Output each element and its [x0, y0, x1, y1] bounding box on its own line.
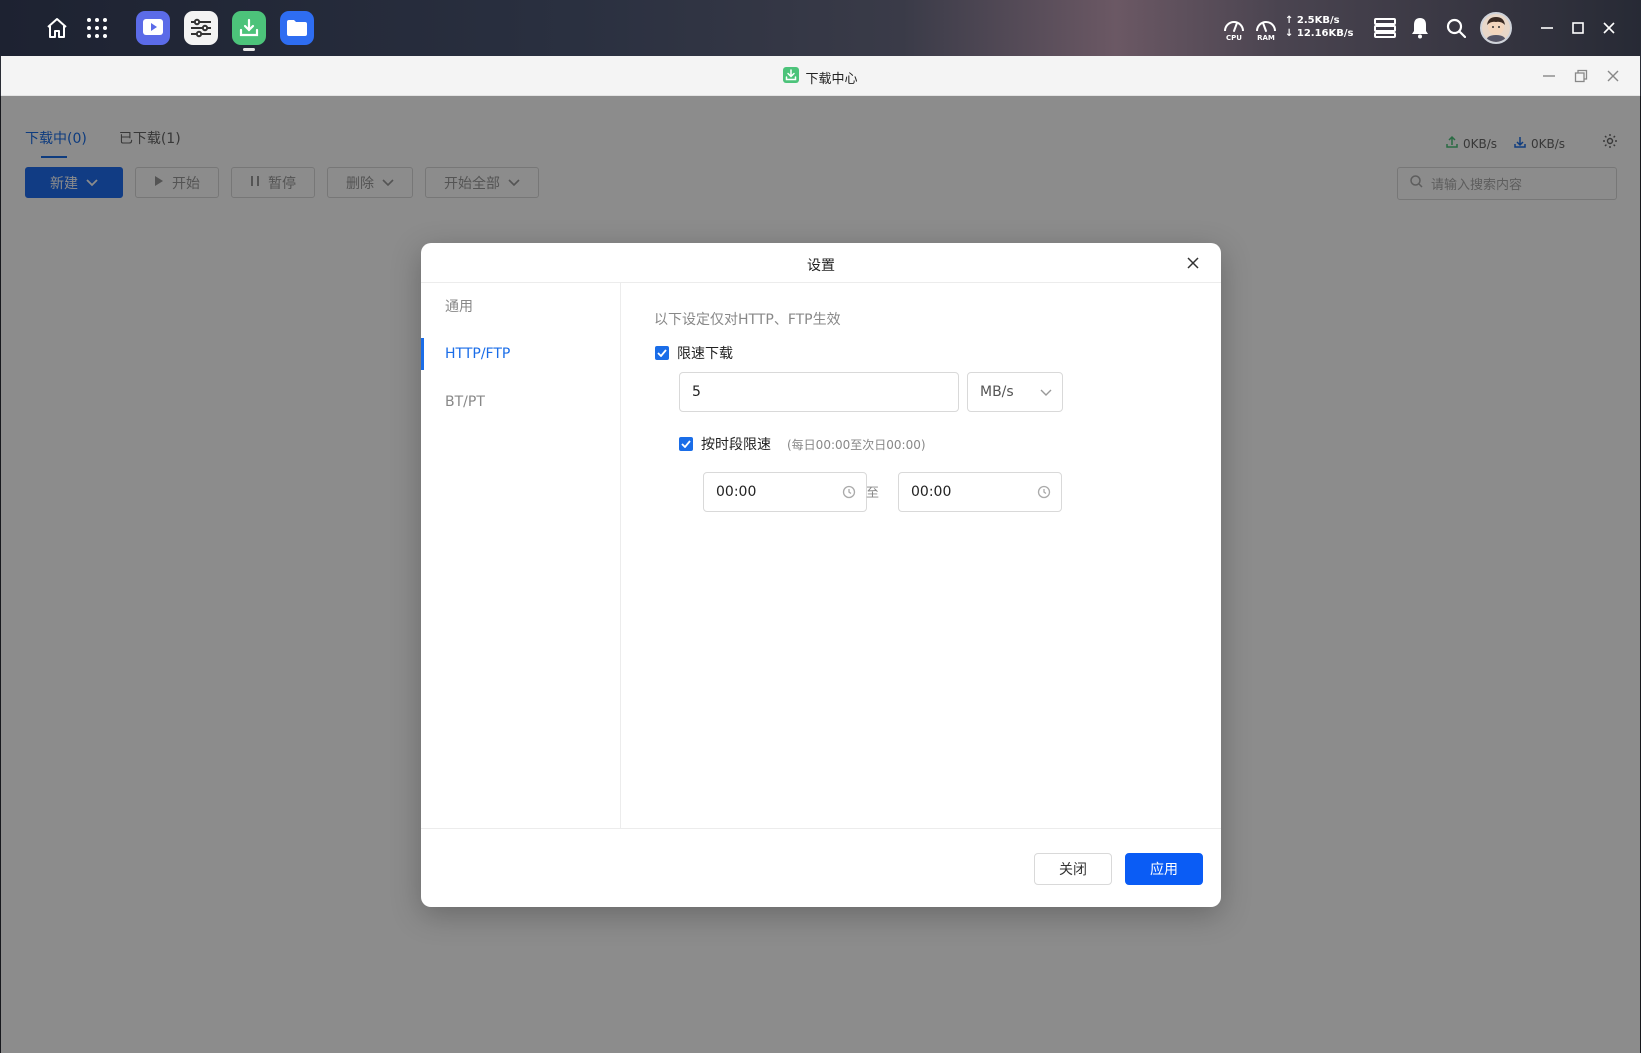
time-range-separator: 至: [866, 486, 880, 501]
maximize-icon[interactable]: [1564, 14, 1592, 42]
schedule-limit-row: 按时段限速 (每日00:00至次日00:00): [679, 434, 926, 454]
network-speed[interactable]: ↑ 2.5KB/s ↓ 12.16KB/s: [1285, 14, 1353, 40]
limit-download-label: 限速下载: [677, 346, 733, 362]
app-grid-icon[interactable]: [80, 11, 114, 45]
window-close-icon[interactable]: [1601, 64, 1625, 88]
sidebar-item-general[interactable]: 通用: [421, 290, 620, 322]
window-titlebar: 下载中心: [1, 56, 1640, 96]
close-button[interactable]: 关闭: [1034, 853, 1112, 885]
start-time-input[interactable]: 00:00: [703, 472, 867, 512]
system-taskbar: CPU RAM ↑ 2.5KB/s ↓ 12.16KB/s: [0, 0, 1641, 56]
settings-dialog: 设置 通用 HTTP/FTP BT/PT 以下设定仅对HTTP、FTP生效 限速…: [421, 243, 1221, 907]
dialog-close-icon[interactable]: [1183, 253, 1203, 273]
end-time-value: 00:00: [911, 484, 952, 500]
download-speed: ↓ 12.16KB/s: [1285, 28, 1354, 39]
dialog-header: 设置: [421, 243, 1221, 283]
limit-download-row: 限速下载: [655, 343, 733, 363]
search-icon[interactable]: [1439, 11, 1473, 45]
sidebar-item-bt-pt[interactable]: BT/PT: [421, 386, 620, 418]
video-app-icon[interactable]: [136, 11, 170, 45]
limit-download-checkbox[interactable]: [655, 346, 669, 360]
clock-icon: [1037, 485, 1051, 503]
clock-icon: [842, 485, 856, 503]
settings-note: 以下设定仅对HTTP、FTP生效: [654, 312, 841, 328]
download-app-icon[interactable]: [232, 11, 266, 45]
settings-content: 以下设定仅对HTTP、FTP生效 限速下载 5 MB/s 按时段限速 (每日00…: [622, 283, 1221, 828]
cpu-label: CPU: [1226, 34, 1242, 42]
ram-gauge-icon[interactable]: RAM: [1252, 15, 1280, 45]
chevron-down-icon: [1040, 385, 1052, 401]
speed-limit-input[interactable]: 5: [679, 372, 959, 412]
bell-icon[interactable]: [1403, 11, 1437, 45]
start-time-value: 00:00: [716, 484, 757, 500]
ram-label: RAM: [1257, 34, 1275, 42]
apply-button[interactable]: 应用: [1125, 853, 1203, 885]
home-icon[interactable]: [40, 11, 74, 45]
end-time-input[interactable]: 00:00: [898, 472, 1062, 512]
speed-unit-value: MB/s: [980, 384, 1014, 400]
window-minimize-icon[interactable]: [1537, 64, 1561, 88]
active-app-indicator: [243, 48, 255, 51]
dialog-footer: 关闭 应用: [421, 828, 1221, 907]
settings-sidebar: 通用 HTTP/FTP BT/PT: [421, 283, 621, 828]
window-restore-icon[interactable]: [1569, 64, 1593, 88]
window-title: 下载中心: [805, 71, 858, 87]
schedule-limit-hint: (每日00:00至次日00:00): [787, 437, 926, 452]
dialog-title: 设置: [807, 258, 835, 274]
speed-limit-value: 5: [692, 384, 701, 400]
file-manager-icon[interactable]: [280, 11, 314, 45]
download-center-icon: [783, 67, 800, 87]
minimize-icon[interactable]: [1533, 14, 1561, 42]
schedule-limit-label: 按时段限速: [701, 437, 771, 453]
avatar[interactable]: [1480, 12, 1512, 44]
upload-speed: ↑ 2.5KB/s: [1285, 15, 1340, 26]
cpu-gauge-icon[interactable]: CPU: [1220, 15, 1248, 45]
control-panel-icon[interactable]: [184, 11, 218, 45]
schedule-limit-checkbox[interactable]: [679, 437, 693, 451]
sidebar-item-http-ftp[interactable]: HTTP/FTP: [421, 338, 620, 370]
speed-unit-select[interactable]: MB/s: [967, 372, 1063, 412]
close-icon[interactable]: [1595, 14, 1623, 42]
server-icon[interactable]: [1368, 11, 1402, 45]
